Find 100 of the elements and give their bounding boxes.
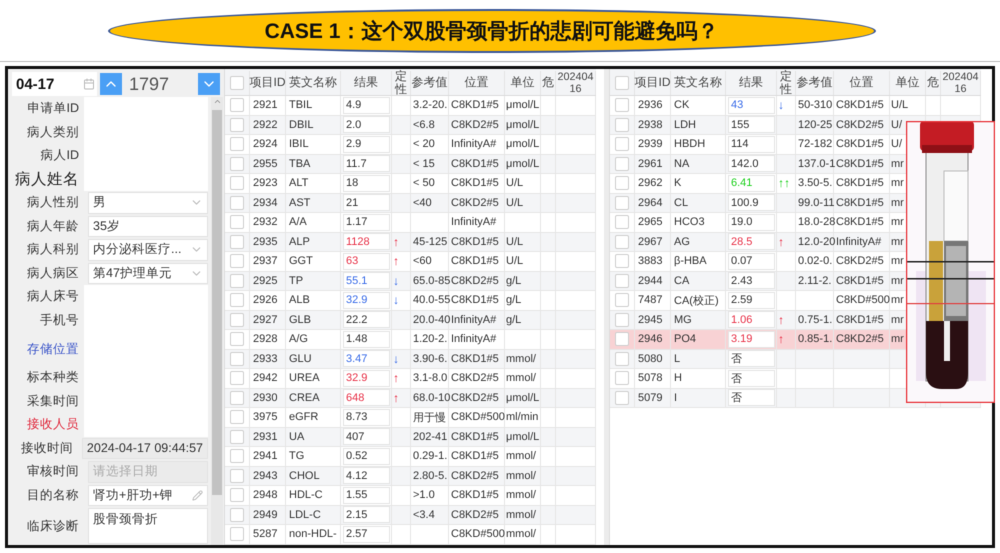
checkbox[interactable] <box>230 371 244 386</box>
checkbox[interactable] <box>615 274 629 288</box>
checkbox[interactable] <box>230 176 244 190</box>
result-field[interactable]: 3.19 <box>728 330 775 348</box>
checkbox[interactable] <box>230 215 244 230</box>
input-field[interactable]: 35岁 <box>88 216 208 238</box>
checkbox[interactable] <box>230 527 244 542</box>
date-field[interactable]: 04-17 <box>12 72 97 96</box>
checkbox[interactable] <box>615 176 629 190</box>
result-field[interactable]: 2.59 <box>728 292 775 309</box>
checkbox[interactable] <box>615 352 629 366</box>
result-field[interactable]: 2.15 <box>343 506 390 524</box>
checkbox[interactable] <box>230 488 244 502</box>
result-field[interactable]: 否 <box>728 370 775 387</box>
result-field[interactable]: 648 <box>343 389 390 406</box>
checkbox[interactable] <box>230 508 244 522</box>
result-field[interactable]: 28.5 <box>728 233 775 250</box>
checkbox[interactable] <box>615 76 629 90</box>
checkbox[interactable] <box>230 156 244 171</box>
table-cell-text: CA(校正) <box>674 294 719 308</box>
checkbox[interactable] <box>230 196 244 210</box>
checkbox[interactable] <box>615 98 629 112</box>
result-field[interactable]: 1.06 <box>728 311 775 328</box>
result-field[interactable]: 1.55 <box>343 486 390 504</box>
result-field[interactable]: 32.9 <box>343 292 390 309</box>
result-field[interactable]: 0.52 <box>343 448 390 465</box>
result-field[interactable]: 142.0 <box>728 155 775 172</box>
result-field[interactable]: 2.43 <box>728 272 775 290</box>
result-field[interactable]: 2.9 <box>343 136 390 153</box>
table-cell: TG <box>289 450 304 462</box>
result-field[interactable]: 18 <box>343 174 390 192</box>
down-button[interactable] <box>198 73 220 95</box>
checkbox[interactable] <box>615 312 629 327</box>
scrollbar[interactable] <box>211 97 223 545</box>
checkbox[interactable] <box>615 254 629 268</box>
checkbox[interactable] <box>230 274 244 288</box>
result-field[interactable]: 4.12 <box>343 467 390 484</box>
input-field[interactable]: 肾功+肝功+钾 <box>88 484 208 506</box>
result-field[interactable]: 1128 <box>343 233 390 250</box>
table-cell: 20.0-40 <box>413 314 450 326</box>
checkbox[interactable] <box>615 118 629 132</box>
table-cell: 72-182 <box>798 138 832 150</box>
up-button[interactable] <box>100 73 122 95</box>
result-field[interactable]: 407 <box>343 428 390 446</box>
result-field[interactable]: 100.9 <box>728 194 775 212</box>
result-field[interactable]: 32.9 <box>343 370 390 387</box>
checkbox[interactable] <box>230 332 244 346</box>
result-field[interactable]: 43 <box>728 96 775 114</box>
checkbox[interactable] <box>230 352 244 366</box>
checkbox[interactable] <box>230 468 244 483</box>
select-field[interactable]: 第47护理单元 <box>88 262 208 284</box>
result-field[interactable]: 0.07 <box>728 252 775 270</box>
checkbox[interactable] <box>615 293 629 308</box>
result-field[interactable]: 22.2 <box>343 311 390 328</box>
checkbox[interactable] <box>615 371 629 386</box>
checkbox[interactable] <box>615 215 629 230</box>
table-cell: 3.2-20. <box>413 99 448 112</box>
result-field[interactable]: 2.0 <box>343 116 390 134</box>
result-field[interactable]: 否 <box>728 389 775 406</box>
checkbox[interactable] <box>230 234 244 249</box>
checkbox[interactable] <box>230 98 244 112</box>
result-field[interactable]: 8.73 <box>343 408 390 426</box>
result-field[interactable]: 否 <box>728 350 775 368</box>
table-cell: 2.11-2. <box>798 274 832 287</box>
checkbox[interactable] <box>615 234 629 249</box>
flag-arrow: ↓ <box>393 274 399 288</box>
checkbox[interactable] <box>230 312 244 327</box>
checkbox[interactable] <box>230 449 244 464</box>
text-area[interactable]: 股骨颈骨折 <box>88 508 208 544</box>
checkbox[interactable] <box>615 196 629 210</box>
checkbox[interactable] <box>230 430 244 444</box>
result-field[interactable]: 155 <box>728 116 775 134</box>
checkbox[interactable] <box>230 137 244 152</box>
result-field[interactable]: 19.0 <box>728 214 775 231</box>
result-field[interactable]: 55.1 <box>343 272 390 290</box>
result-field[interactable]: 2.57 <box>343 526 390 543</box>
select-field[interactable]: 内分泌科医疗... <box>88 239 208 261</box>
result-field[interactable]: 1.17 <box>343 214 390 231</box>
checkbox[interactable] <box>230 118 244 132</box>
result-field[interactable]: 11.7 <box>343 155 390 172</box>
field-label[interactable]: 存储位置 <box>27 340 79 358</box>
result-field[interactable]: 4.9 <box>343 96 390 114</box>
result-field[interactable]: 63 <box>343 252 390 270</box>
checkbox[interactable] <box>615 137 629 152</box>
checkbox[interactable] <box>230 293 244 308</box>
checkbox[interactable] <box>230 76 244 90</box>
checkbox[interactable] <box>230 390 244 405</box>
checkbox[interactable] <box>615 390 629 405</box>
result-field[interactable]: 1.48 <box>343 330 390 348</box>
checkbox[interactable] <box>230 254 244 268</box>
column-header: 参考值 <box>796 71 834 95</box>
checkbox[interactable] <box>230 410 244 424</box>
select-field[interactable]: 男 <box>88 192 208 214</box>
result-field[interactable]: 114 <box>728 136 775 153</box>
result-field[interactable]: 3.47 <box>343 350 390 368</box>
checkbox[interactable] <box>615 332 629 346</box>
chevron-up-icon[interactable] <box>212 97 222 106</box>
table-cell: 137.0-1 <box>798 158 836 170</box>
result-field[interactable]: 21 <box>343 194 390 212</box>
checkbox[interactable] <box>615 156 629 171</box>
